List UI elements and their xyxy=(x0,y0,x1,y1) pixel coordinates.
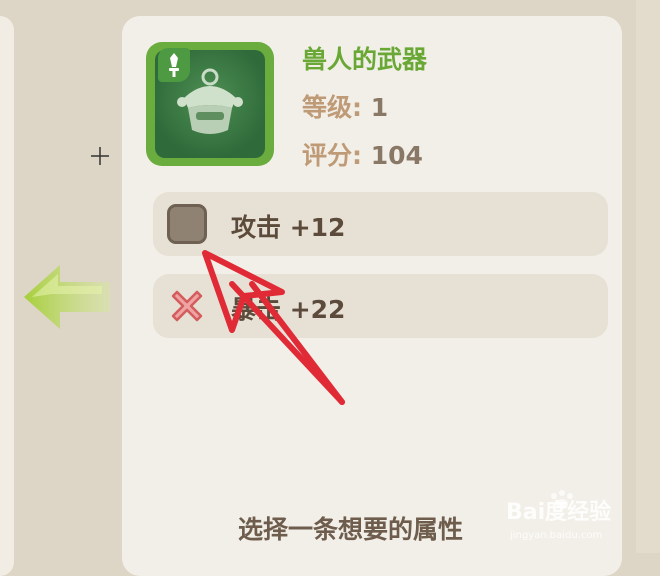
red-pointer-arrow-icon xyxy=(202,250,345,405)
watermark-text: Bai度经验 xyxy=(506,500,612,525)
watermark-url: jingyan.baidu.com xyxy=(510,530,603,541)
